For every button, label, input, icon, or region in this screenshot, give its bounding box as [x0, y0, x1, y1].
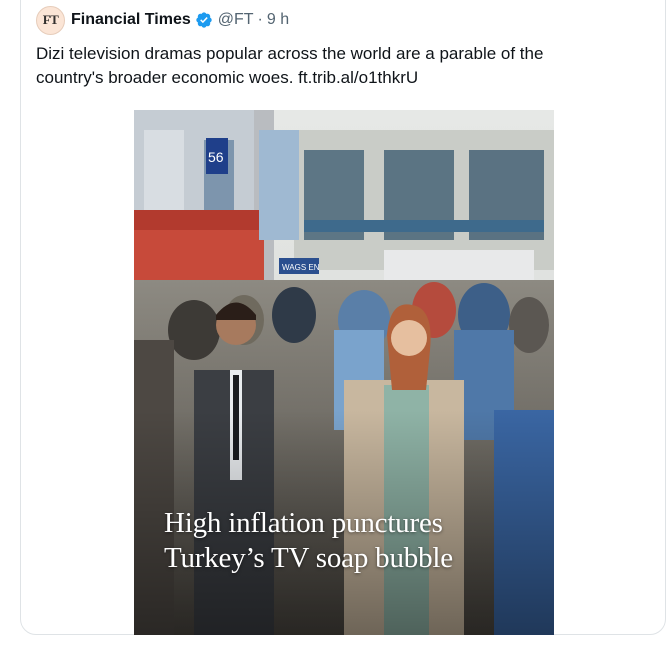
tweet-text: Dizi television dramas popular across th… — [36, 42, 636, 90]
headline-line-1: High inflation punctures — [164, 507, 443, 539]
tweet-text-line-1: Dizi television dramas popular across th… — [36, 44, 544, 63]
avatar[interactable]: FT — [36, 5, 65, 35]
tweet-media-image[interactable]: 56 WAGS EN High inflation punctures Turk… — [134, 110, 554, 635]
verified-badge-icon — [196, 12, 212, 28]
separator-dot: · — [257, 11, 263, 28]
author-handle[interactable]: @FT — [218, 11, 254, 29]
tweet-text-line-2-prefix: country's broader economic woes. — [36, 68, 299, 87]
bus-sign-text: WAGS EN — [282, 263, 320, 272]
sign-number: 56 — [208, 149, 224, 165]
media-headline: High inflation punctures Turkey’s TV soa… — [164, 506, 544, 576]
tweet-text-line-2: country's broader economic woes. ft.trib… — [36, 66, 636, 90]
post-time[interactable]: 9 h — [267, 11, 289, 29]
headline-line-2: Turkey’s TV soap bubble — [164, 542, 453, 574]
tweet-link[interactable]: ft.trib.al/o1thkrU — [298, 68, 418, 87]
avatar-text: FT — [42, 12, 59, 27]
tweet-header: FT Financial Times @FT · 9 h — [36, 5, 289, 35]
author-name[interactable]: Financial Times — [71, 11, 191, 29]
